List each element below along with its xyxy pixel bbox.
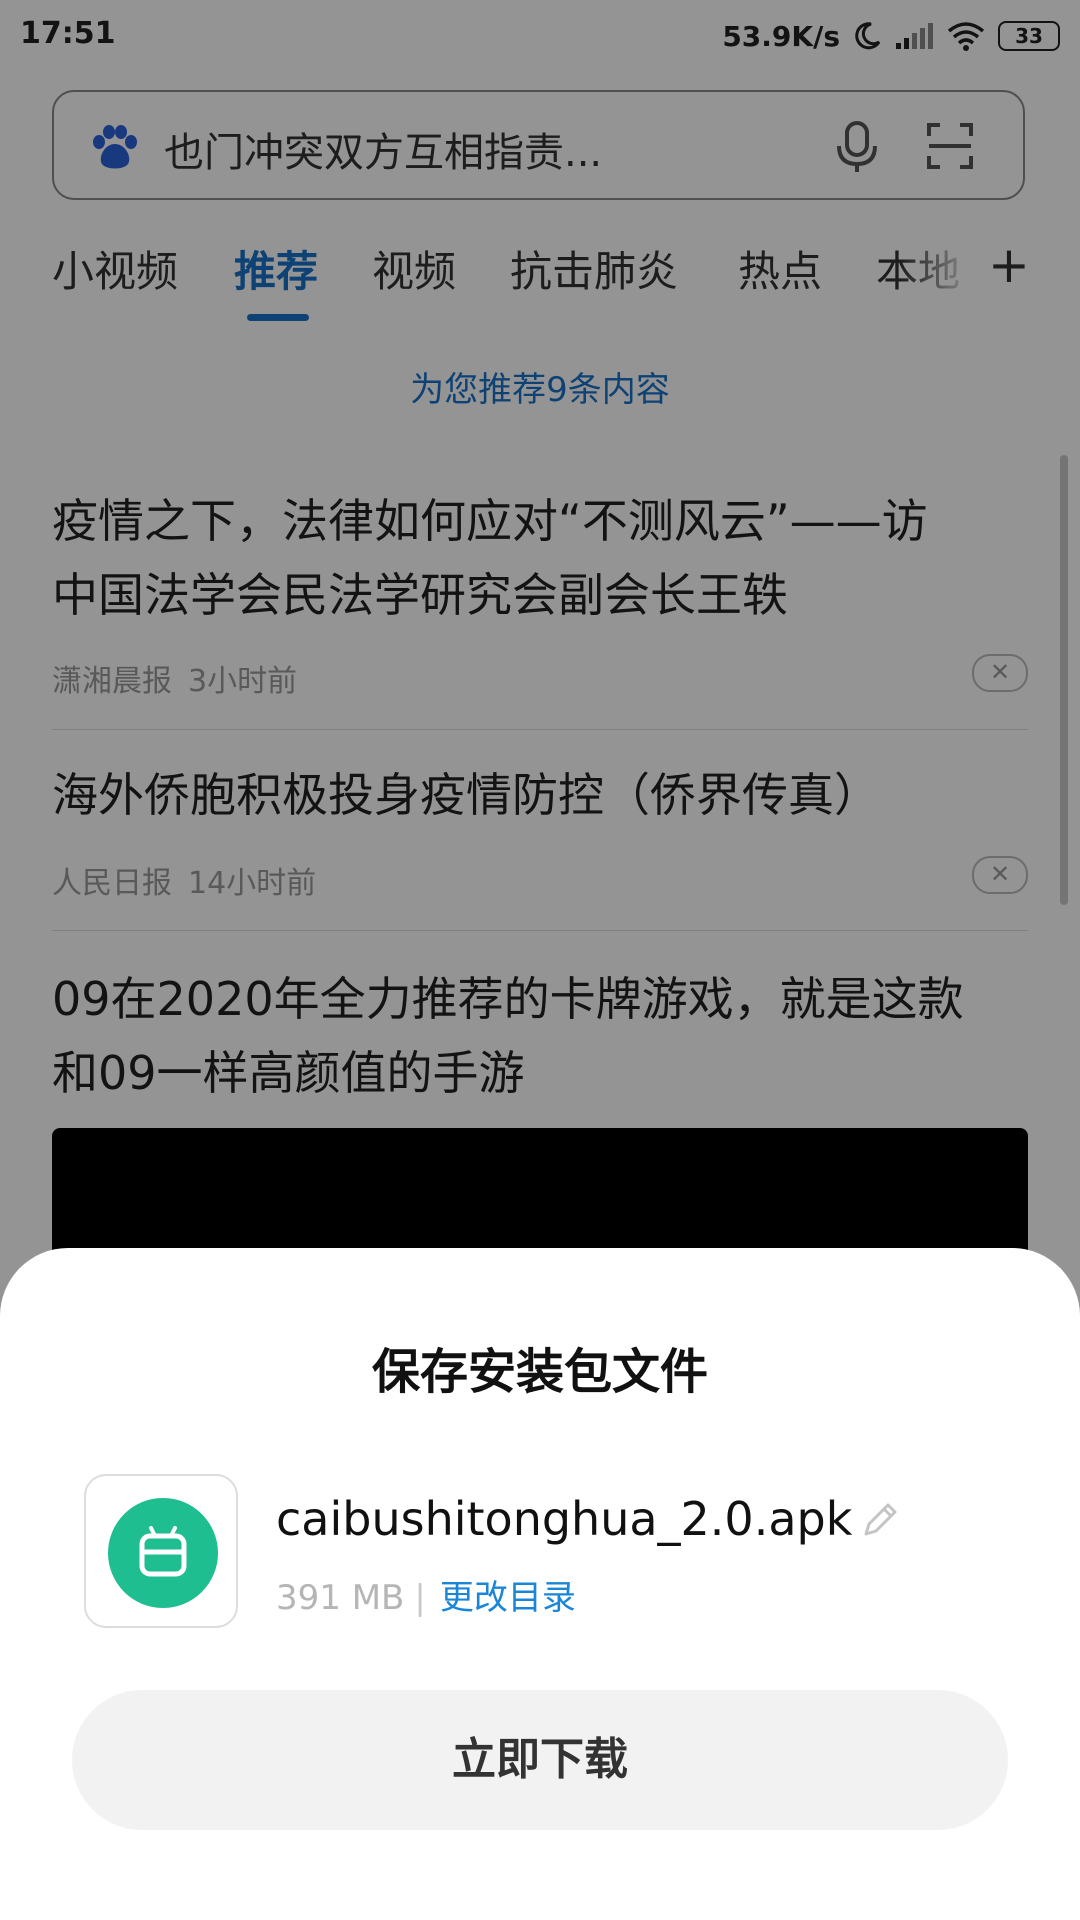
meta-separator: | bbox=[414, 1578, 426, 1618]
file-meta: 391 MB | 更改目录 bbox=[276, 1570, 576, 1619]
android-robot-icon bbox=[139, 1526, 187, 1577]
file-size: 391 MB bbox=[276, 1578, 405, 1618]
change-directory-link[interactable]: 更改目录 bbox=[440, 1578, 576, 1618]
android-icon bbox=[108, 1498, 218, 1608]
edit-pencil-icon[interactable] bbox=[860, 1500, 900, 1540]
file-name: caibushitonghua_2.0.apk bbox=[276, 1492, 853, 1546]
save-apk-sheet: 保存安装包文件 caibushitonghua_2.0.apk 391 MB | 更… bbox=[0, 1248, 1080, 1920]
download-now-button[interactable]: 立即下载 bbox=[72, 1690, 1008, 1830]
sheet-title: 保存安装包文件 bbox=[371, 1344, 708, 1400]
apk-icon bbox=[84, 1474, 238, 1628]
